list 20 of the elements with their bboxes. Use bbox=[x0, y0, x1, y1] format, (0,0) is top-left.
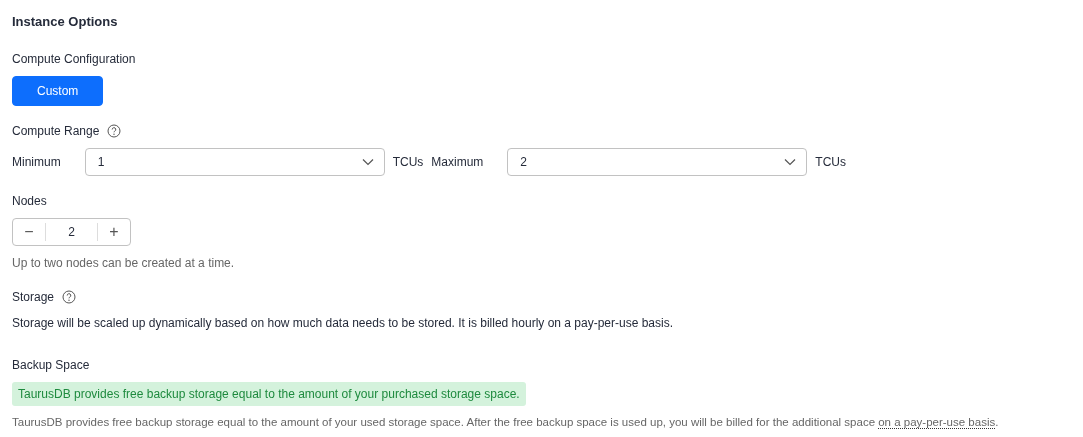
field-label: Minimum bbox=[12, 153, 61, 171]
select-field[interactable]: 1 bbox=[84, 147, 385, 176]
hint-text: Up to two nodes can be created at a time. bbox=[12, 254, 236, 272]
unit-label: TCUs bbox=[815, 153, 847, 171]
description-text: Storage will be scaled up dynamically based on how much data needs to be stored. It is billed hourly on a pay-per-use basis. bbox=[12, 314, 675, 332]
info-notice: TaurusDB provides free backup storage equal to the amount of your purchased storage space. bbox=[12, 381, 526, 406]
select-field[interactable]: 2 bbox=[507, 147, 808, 176]
field-label: Nodes bbox=[12, 192, 48, 210]
increment-button[interactable]: + bbox=[98, 218, 130, 245]
number-stepper[interactable]: − 2 + bbox=[12, 217, 131, 246]
description-text: TaurusDB provides free backup storage equal to the amount of your used storage space. After the free backup space is used up, you will be billed for the additional space on a pay-per-use basis. bbox=[12, 414, 1000, 431]
field-label: Backup Space bbox=[12, 356, 91, 374]
section-title: Instance Options bbox=[12, 13, 119, 31]
unit-label: TCUs bbox=[392, 153, 424, 171]
field-label: Storage bbox=[12, 288, 55, 306]
option-button[interactable]: Custom bbox=[12, 75, 104, 106]
decrement-button[interactable]: − bbox=[13, 218, 45, 245]
field-label: Maximum bbox=[431, 153, 484, 171]
field-label: Compute Range bbox=[12, 122, 100, 140]
field-label: Compute Configuration bbox=[12, 50, 137, 68]
